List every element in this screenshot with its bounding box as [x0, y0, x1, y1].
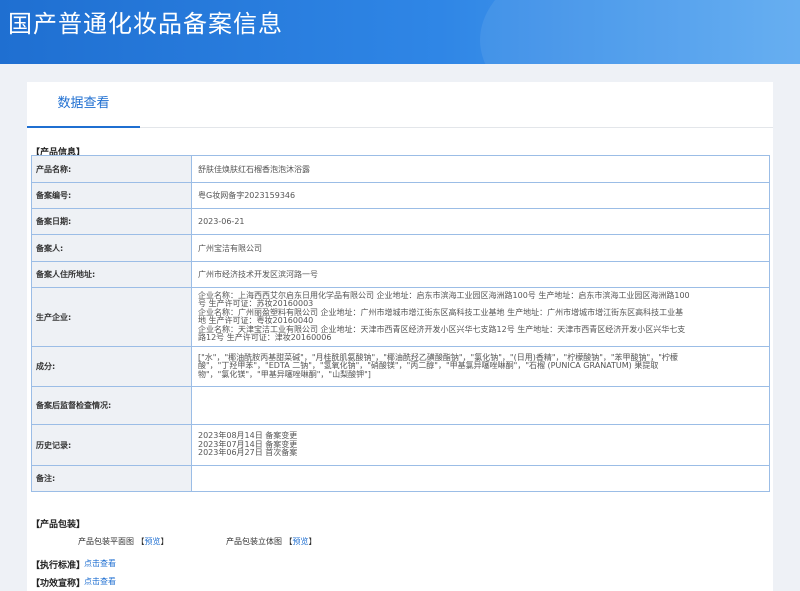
packaging-solid: 产品包装立体图 【预览】	[226, 537, 317, 546]
remark-value	[191, 465, 770, 492]
table-row: 备案人住所地址: 广州市经济技术开发区滨河路一号	[31, 261, 770, 288]
manufacturer-value: 企业名称：上海西西艾尔启东日用化学品有限公司 企业地址：启东市滨海工业园区海洲路…	[191, 287, 770, 347]
history-line: 2023年06月27日 首次备案	[198, 448, 298, 458]
history-value: 2023年08月14日 备案变更 2023年07月14日 备案变更 2023年0…	[191, 424, 770, 466]
tab-data-view[interactable]: 数据查看	[27, 82, 140, 128]
table-row: 备案后监督检查情况:	[31, 386, 770, 425]
row-label: 备案人:	[31, 234, 192, 262]
manufacturer-line: 路12号 生产许可证：津妆20160006	[198, 333, 332, 342]
row-label: 历史记录:	[31, 424, 192, 466]
row-label: 备注:	[31, 465, 192, 492]
table-row: 备案编号: 粤G妆网备字2023159346	[31, 182, 770, 209]
row-label: 产品名称:	[31, 155, 192, 183]
table-row: 历史记录: 2023年08月14日 备案变更 2023年07月14日 备案变更 …	[31, 424, 770, 466]
row-label: 备案后监督检查情况:	[31, 386, 192, 425]
product-info-table: 产品名称: 舒肤佳焕肤红石榴香泡泡沐浴露 备案编号: 粤G妆网备字2023159…	[31, 155, 770, 492]
standard-view-link[interactable]: 点击查看	[84, 558, 116, 569]
address-value: 广州市经济技术开发区滨河路一号	[191, 261, 770, 288]
ingredients-value: ["水"，"椰油酰胺丙基甜菜碱"，"月桂酰肌氨酸钠"，"椰油酰羟乙磺酸酯钠"，"…	[191, 346, 770, 387]
row-label: 备案人住所地址:	[31, 261, 192, 288]
post-check-value	[191, 386, 770, 425]
table-row: 备案日期: 2023-06-21	[31, 208, 770, 235]
table-row: 产品名称: 舒肤佳焕肤红石榴香泡泡沐浴露	[31, 155, 770, 183]
table-row: 生产企业: 企业名称：上海西西艾尔启东日用化学品有限公司 企业地址：启东市滨海工…	[31, 287, 770, 347]
row-label: 备案日期:	[31, 208, 192, 235]
packaging-solid-label: 产品包装立体图	[226, 537, 282, 546]
record-date-value: 2023-06-21	[191, 208, 770, 235]
page-title: 国产普通化妆品备案信息	[8, 10, 283, 38]
tab-bar: 数据查看	[27, 82, 773, 128]
row-label: 生产企业:	[31, 287, 192, 347]
table-row: 备注:	[31, 465, 770, 492]
table-row: 成分: ["水"，"椰油酰胺丙基甜菜碱"，"月桂酰肌氨酸钠"，"椰油酰羟乙磺酸酯…	[31, 346, 770, 387]
ingredients-line: 物"，"氯化镁"，"甲基异噻唑啉酮"，"山梨酸钾"]	[198, 369, 371, 379]
table-row: 备案人: 广州宝洁有限公司	[31, 234, 770, 262]
packaging-solid-preview-link[interactable]: 预览	[293, 537, 309, 546]
packaging-flat-label: 产品包装平面图	[78, 537, 134, 546]
row-label: 成分:	[31, 346, 192, 387]
record-number-value: 粤G妆网备字2023159346	[191, 182, 770, 209]
section-efficacy: 【功效宣称】	[31, 579, 86, 589]
header-banner: 国产普通化妆品备案信息	[0, 0, 800, 64]
section-packaging: 【产品包装】	[31, 520, 86, 530]
efficacy-view-link[interactable]: 点击查看	[84, 576, 116, 587]
section-standard: 【执行标准】	[31, 561, 86, 571]
product-name-value: 舒肤佳焕肤红石榴香泡泡沐浴露	[191, 155, 770, 183]
packaging-flat-preview-link[interactable]: 预览	[145, 537, 161, 546]
row-label: 备案编号:	[31, 182, 192, 209]
packaging-flat: 产品包装平面图 【预览】	[78, 537, 169, 546]
registrant-value: 广州宝洁有限公司	[191, 234, 770, 262]
